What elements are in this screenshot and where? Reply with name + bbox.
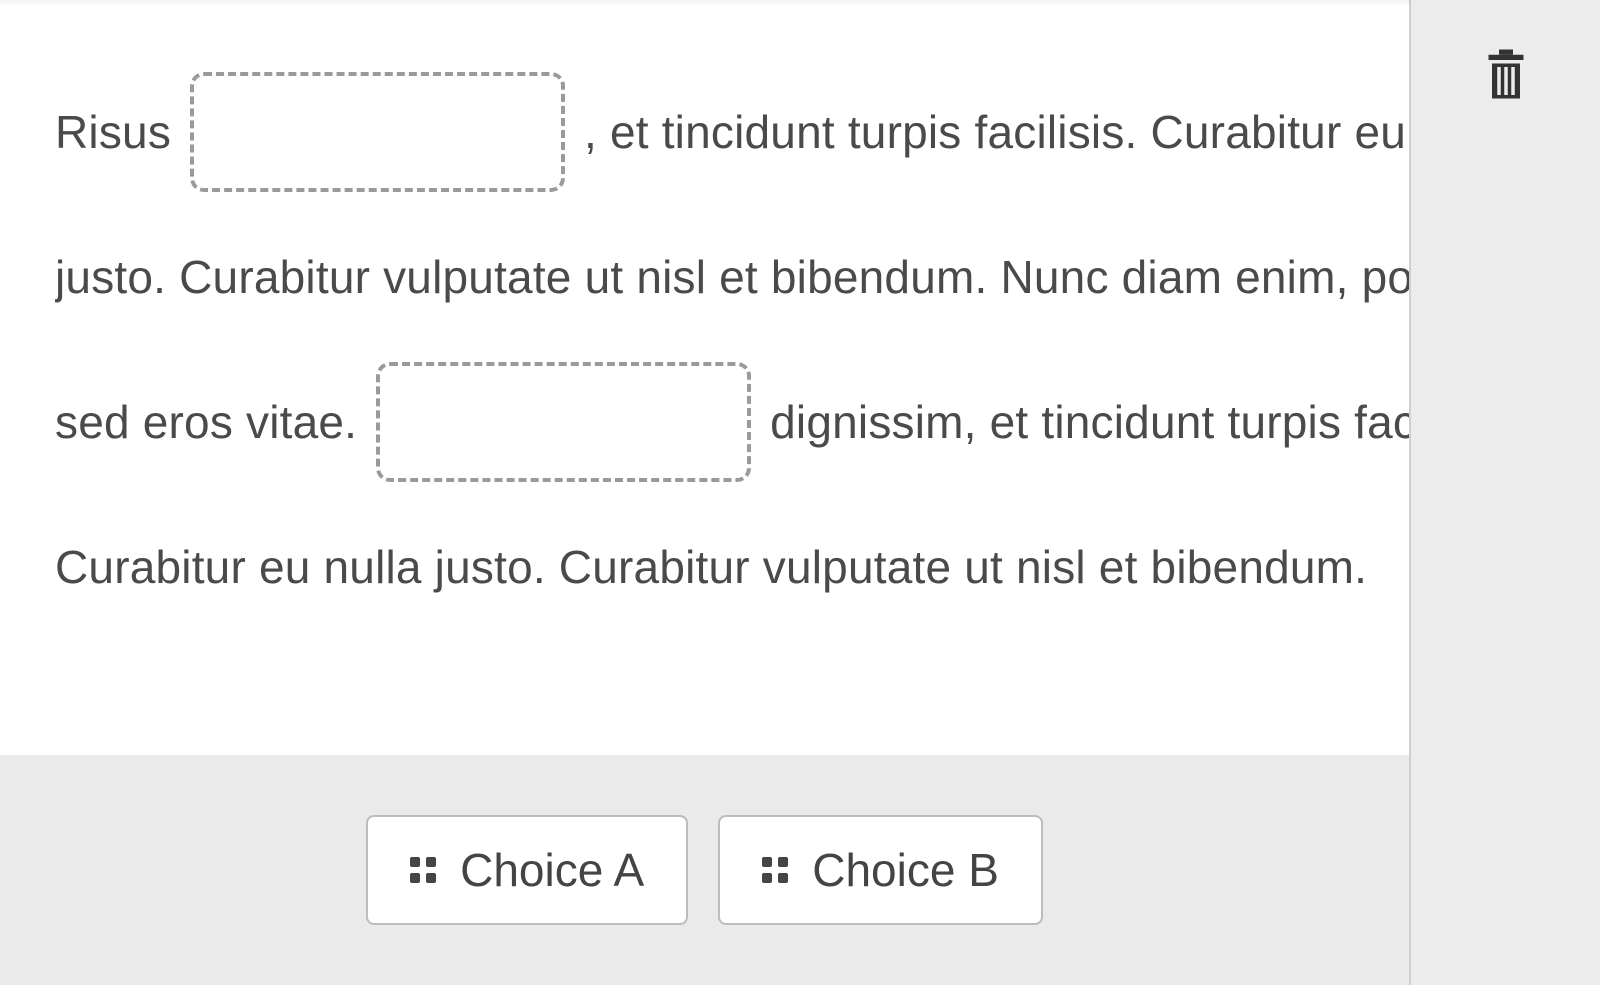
text-segment: Risus xyxy=(55,106,184,158)
side-column xyxy=(1410,0,1600,985)
content-line-2: justo. Curabitur vulputate ut nisl et bi… xyxy=(55,205,1409,350)
blank-dropzone-2[interactable] xyxy=(376,362,751,482)
choice-bar: Choice A Choice B xyxy=(0,755,1409,985)
choice-label: Choice B xyxy=(812,843,999,897)
trash-icon xyxy=(1485,48,1527,100)
content-line-1: Risus , et tincidunt turpis facilisis. C… xyxy=(55,60,1409,205)
text-segment: dignissim, et tincidunt turpis facilisis… xyxy=(770,396,1409,448)
content-line-3: sed eros vitae. dignissim, et tincidunt … xyxy=(55,350,1409,495)
choice-label: Choice A xyxy=(460,843,644,897)
choice-b-button[interactable]: Choice B xyxy=(718,815,1043,925)
question-content: Risus , et tincidunt turpis facilisis. C… xyxy=(0,0,1409,755)
content-line-4: Curabitur eu nulla justo. Curabitur vulp… xyxy=(55,495,1409,640)
choice-a-button[interactable]: Choice A xyxy=(366,815,688,925)
main-column: Risus , et tincidunt turpis facilisis. C… xyxy=(0,0,1410,985)
blank-dropzone-1[interactable] xyxy=(190,72,565,192)
text-segment: sed eros vitae. xyxy=(55,396,370,448)
text-segment: , et tincidunt turpis facilisis. Curabit… xyxy=(584,106,1409,158)
drag-handle-icon xyxy=(410,857,436,883)
drag-handle-icon xyxy=(762,857,788,883)
delete-button[interactable] xyxy=(1485,48,1527,105)
